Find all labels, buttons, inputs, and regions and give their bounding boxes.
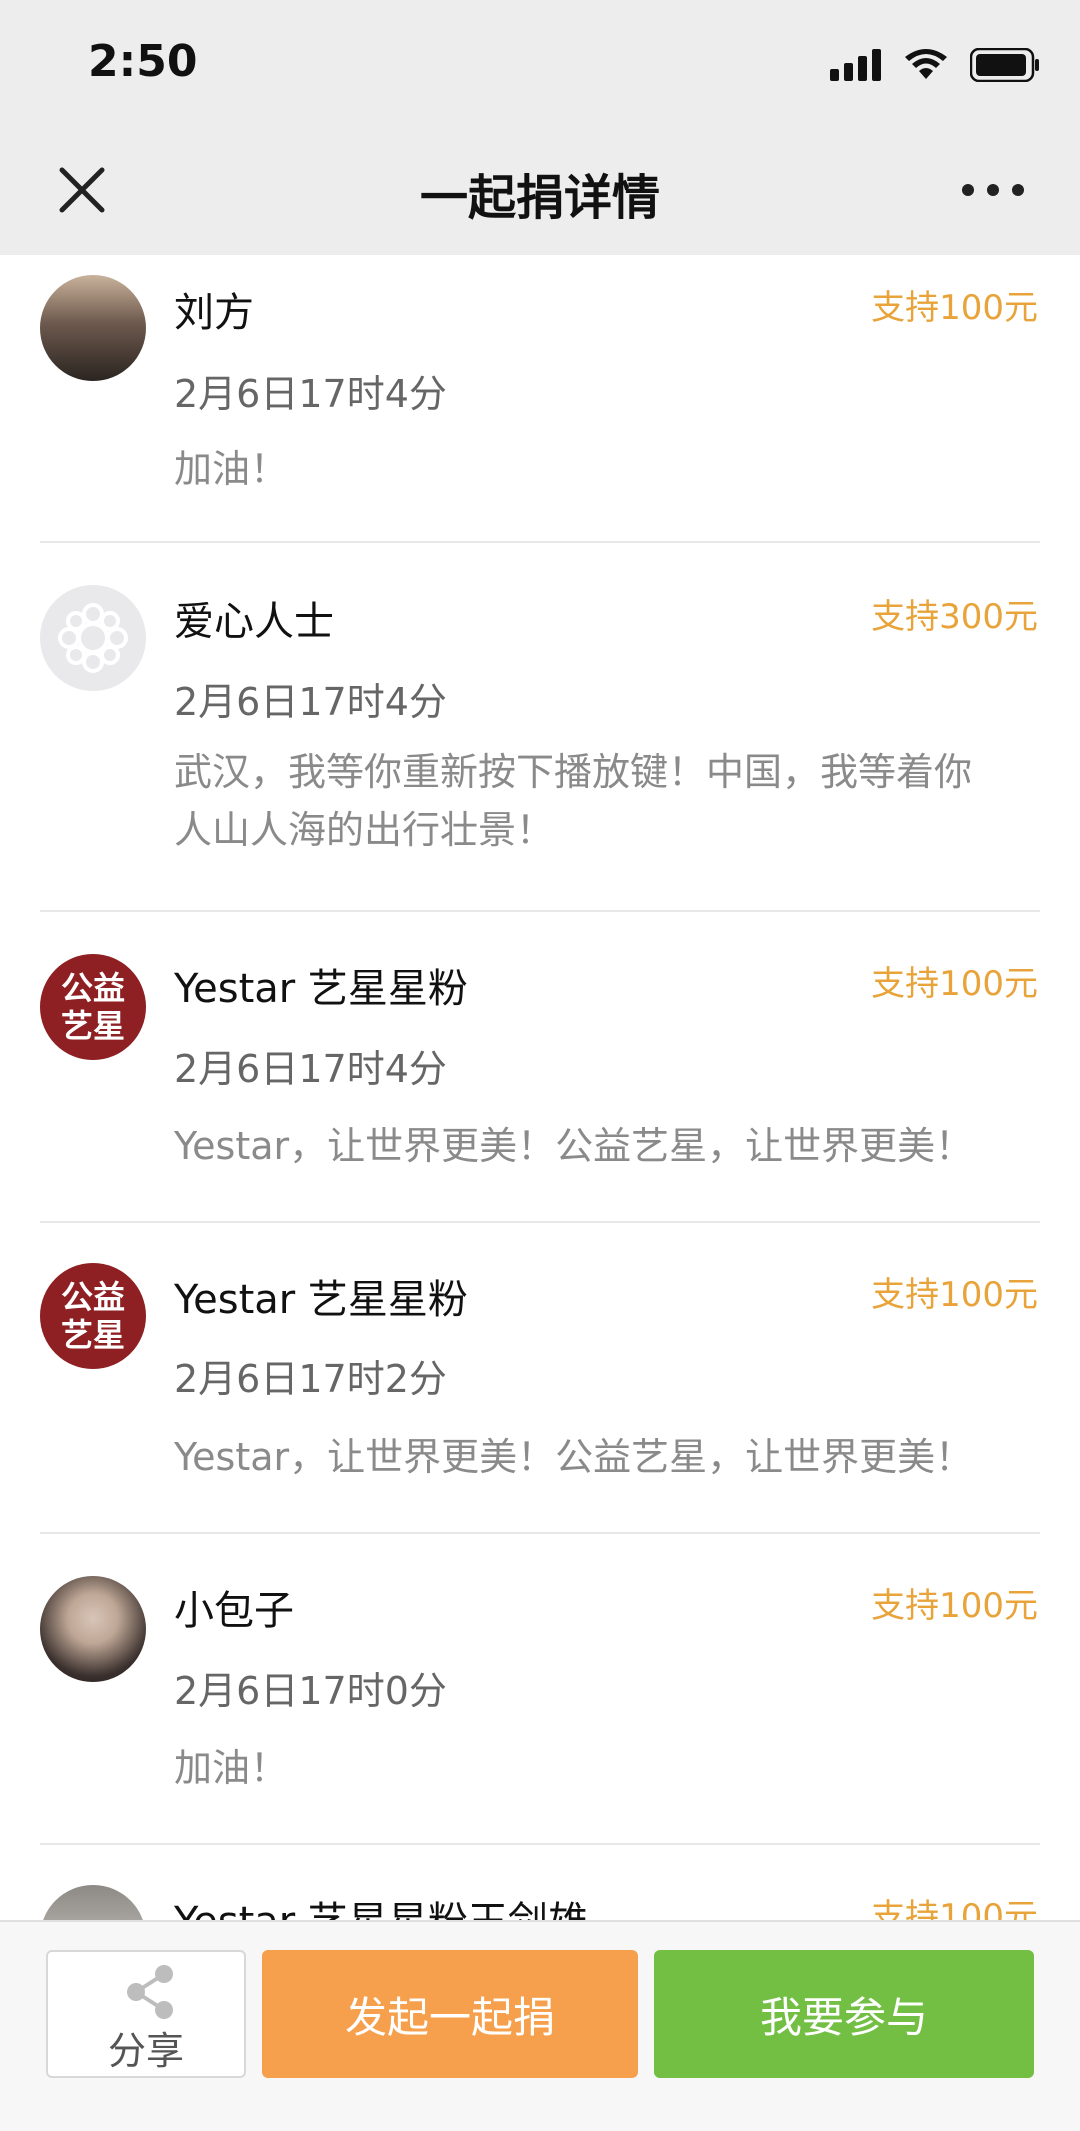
share-icon: [127, 1965, 173, 2019]
nav-bar: 一起捐详情: [0, 130, 1080, 255]
donor-name: 爱心人士: [174, 599, 334, 645]
donation-amount: 支持100元: [871, 1275, 1038, 1315]
list-item[interactable]: 公益 艺星 Yestar 艺星星粉 支持100元 2月6日17时4分 Yesta…: [0, 912, 1080, 1221]
heart-logo-icon: [58, 603, 128, 673]
status-time: 2:50: [88, 36, 198, 87]
share-button[interactable]: 分享: [46, 1950, 246, 2078]
donor-name: Yestar 艺星星粉: [174, 1277, 468, 1323]
page-title: 一起捐详情: [419, 170, 660, 226]
donation-amount: 支持100元: [871, 1897, 1038, 1920]
donation-amount: 支持100元: [871, 964, 1038, 1004]
donation-amount: 支持300元: [871, 597, 1038, 637]
donation-message: 武汉，我等你重新按下播放键！中国，我等着你 人山人海的出行壮景！: [174, 743, 1034, 859]
bottom-action-bar: 分享 发起一起捐 我要参与: [0, 1920, 1080, 2131]
share-label: 分享: [107, 2029, 184, 2073]
donation-list: 刘方 支持100元 2月6日17时4分 加油！ 爱心人士 支持300元 2月6日…: [0, 255, 1080, 1920]
avatar: 公益 艺星: [40, 1263, 146, 1369]
list-item[interactable]: 爱心人士 支持300元 2月6日17时4分 武汉，我等你重新按下播放键！中国，我…: [0, 543, 1080, 909]
donation-amount: 支持100元: [871, 288, 1038, 328]
avatar: 公益 艺星: [40, 954, 146, 1060]
message-line: 加油！: [174, 447, 289, 491]
donation-time: 2月6日17时4分: [174, 372, 447, 416]
donation-message: 加油！: [174, 440, 1034, 498]
logo-text: 公益 艺星: [60, 1278, 125, 1354]
status-bar: 2:50: [0, 0, 1080, 130]
more-icon[interactable]: [958, 180, 1028, 200]
message-line: Yestar，让世界更美！公益艺星，让世界更美！: [174, 1124, 974, 1168]
donor-name: Yestar 艺星星粉王剑雄: [174, 1889, 588, 1920]
donation-time: 2月6日17时0分: [174, 1669, 447, 1713]
message-line: 人山人海的出行壮景！: [174, 808, 555, 852]
avatar: [40, 275, 146, 381]
logo-text: 公益 艺星: [60, 969, 125, 1045]
donor-name: 刘方: [174, 290, 254, 336]
donor-name: Yestar 艺星星粉: [174, 966, 468, 1012]
donation-time: 2月6日17时4分: [174, 1047, 447, 1091]
wifi-icon: [905, 49, 947, 79]
list-item[interactable]: 刘方 支持100元 2月6日17时4分 加油！: [0, 255, 1080, 542]
list-item[interactable]: 小包子 支持100元 2月6日17时0分 加油！: [0, 1534, 1080, 1843]
join-button[interactable]: 我要参与: [654, 1950, 1034, 2078]
battery-icon: [970, 48, 1039, 82]
avatar: [40, 1576, 146, 1682]
donation-message: Yestar，让世界更美！公益艺星，让世界更美！: [174, 1428, 1034, 1486]
avatar: [40, 585, 146, 691]
message-line: 加油！: [174, 1746, 289, 1790]
message-line: Yestar，让世界更美！公益艺星，让世界更美！: [174, 1435, 974, 1479]
donation-message: 加油！: [174, 1739, 1034, 1797]
donor-name: 小包子: [174, 1588, 294, 1634]
donation-time: 2月6日17时4分: [174, 680, 447, 724]
message-line: 武汉，我等你重新按下播放键！中国，我等着你: [174, 750, 973, 794]
status-icons: [830, 48, 1040, 82]
signal-icon: [830, 49, 881, 81]
start-donation-button[interactable]: 发起一起捐: [262, 1950, 638, 2078]
avatar: [40, 1885, 146, 1920]
donation-time: 2月6日17时2分: [174, 1357, 447, 1401]
list-item[interactable]: 公益 艺星 Yestar 艺星星粉 支持100元 2月6日17时2分 Yesta…: [0, 1223, 1080, 1532]
donation-message: Yestar，让世界更美！公益艺星，让世界更美！: [174, 1117, 1034, 1175]
list-item[interactable]: Yestar 艺星星粉王剑雄 支持100元: [0, 1845, 1080, 1920]
donation-amount: 支持100元: [871, 1586, 1038, 1626]
